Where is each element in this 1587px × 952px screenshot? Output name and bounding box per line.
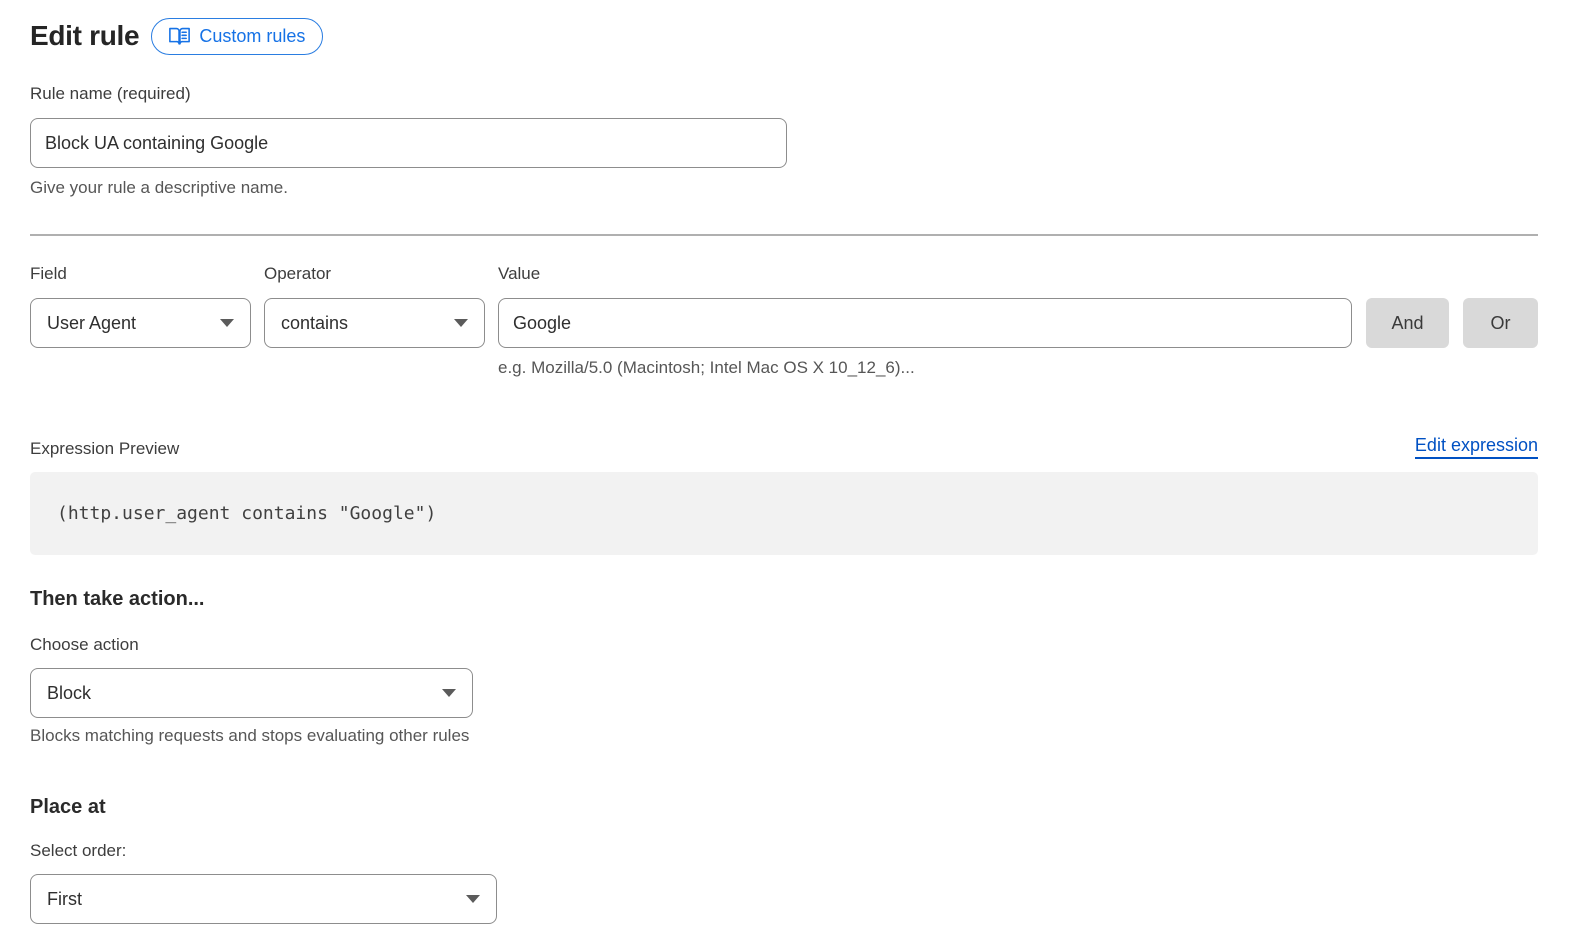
select-order-label: Select order: [30, 841, 1538, 861]
value-column: Value e.g. Mozilla/5.0 (Macintosh; Intel… [498, 264, 1352, 378]
choose-action-label: Choose action [30, 635, 1538, 655]
order-select[interactable]: First [30, 874, 497, 924]
operator-select[interactable]: contains [264, 298, 485, 348]
edit-rule-page: Edit rule Custom rules Rule name (requir… [0, 0, 1538, 924]
value-helper: e.g. Mozilla/5.0 (Macintosh; Intel Mac O… [498, 358, 1352, 378]
action-select[interactable]: Block [30, 668, 473, 718]
field-select-value: User Agent [47, 313, 136, 334]
caret-down-icon [442, 689, 456, 697]
caret-down-icon [466, 895, 480, 903]
rule-name-helper: Give your rule a descriptive name. [30, 178, 1538, 198]
edit-expression-link[interactable]: Edit expression [1415, 435, 1538, 459]
expression-builder-row: Field User Agent Operator contains Value… [30, 264, 1538, 378]
order-select-value: First [47, 889, 82, 910]
rule-name-section: Rule name (required) Give your rule a de… [30, 84, 1538, 198]
value-label: Value [498, 264, 1352, 284]
book-open-icon [169, 26, 190, 46]
custom-rules-docs-label: Custom rules [199, 26, 305, 47]
connector-buttons: And Or [1366, 264, 1538, 348]
or-button[interactable]: Or [1463, 298, 1538, 348]
operator-label: Operator [264, 264, 485, 284]
expression-preview-code: (http.user_agent contains "Google") [30, 472, 1538, 555]
value-input[interactable] [498, 298, 1352, 348]
rule-name-label: Rule name (required) [30, 84, 1538, 104]
caret-down-icon [454, 319, 468, 327]
expression-preview-label: Expression Preview [30, 439, 179, 459]
and-button[interactable]: And [1366, 298, 1449, 348]
page-title: Edit rule [30, 20, 139, 52]
rule-name-input[interactable] [30, 118, 787, 168]
place-at-heading: Place at [30, 796, 1538, 819]
caret-down-icon [220, 319, 234, 327]
custom-rules-docs-button[interactable]: Custom rules [151, 18, 323, 55]
operator-column: Operator contains [264, 264, 485, 348]
action-section-heading: Then take action... [30, 588, 1538, 611]
field-label: Field [30, 264, 251, 284]
action-select-value: Block [47, 683, 91, 704]
field-column: Field User Agent [30, 264, 251, 348]
operator-select-value: contains [281, 313, 348, 334]
section-divider [30, 234, 1538, 236]
page-header: Edit rule Custom rules [30, 16, 1538, 56]
action-helper: Blocks matching requests and stops evalu… [30, 726, 1538, 746]
expression-preview-header: Expression Preview Edit expression [30, 435, 1538, 459]
field-select[interactable]: User Agent [30, 298, 251, 348]
